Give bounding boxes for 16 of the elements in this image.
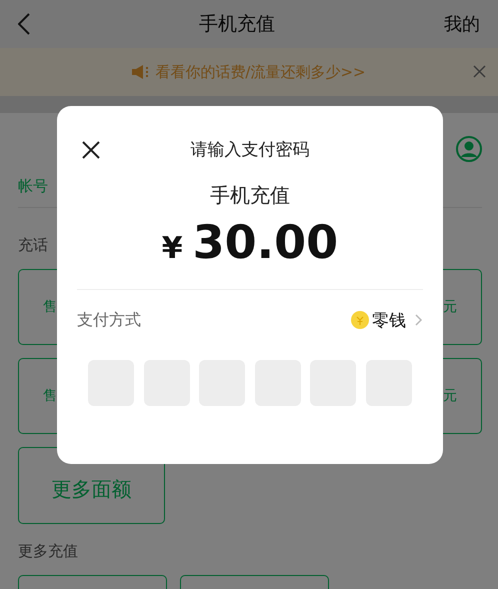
currency-symbol: ¥ [162,231,183,266]
banner-text[interactable]: 看看你的话费/流量还剩多少>> [155,62,366,82]
section-title: 充话 [18,236,48,255]
dialog-title: 请输入支付密码 [190,138,310,160]
close-icon[interactable] [81,140,101,160]
coin-icon [351,311,369,329]
payment-amount: 30.00 [192,215,338,269]
mine-link[interactable]: 我的 [444,12,480,36]
chevron-icon[interactable] [415,314,423,326]
section-title: 更多充值 [18,542,78,561]
payment-method-value[interactable]: 零钱 [372,308,406,332]
page-title: 手机充值 [199,12,275,37]
account-link[interactable]: 帐号 [18,177,48,196]
back-icon[interactable] [18,13,30,35]
user-icon[interactable] [456,136,482,162]
payment-item: 手机充值 [210,182,290,209]
